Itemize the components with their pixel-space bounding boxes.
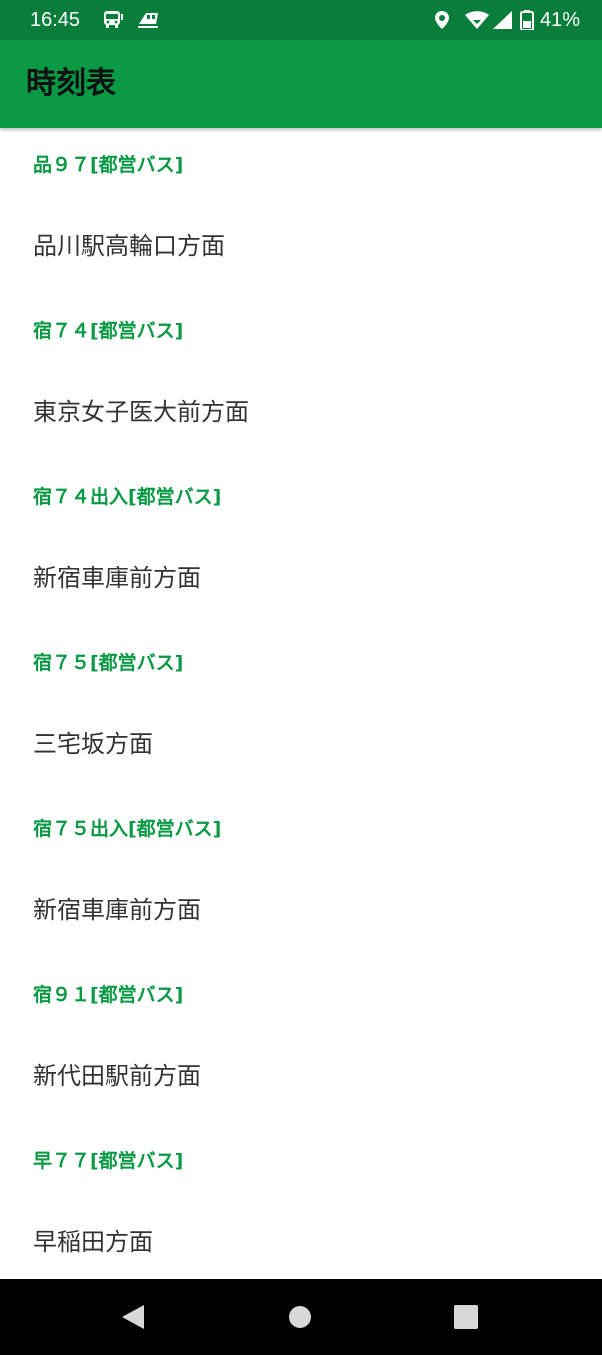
route-group: 宿９１[都営バス] 新代田駅前方面 (0, 958, 602, 1124)
battery-percentage: 41% (539, 9, 580, 31)
signal-icon (493, 11, 512, 29)
navigation-bar (0, 1279, 602, 1355)
route-group: 宿７４[都営バス] 東京女子医大前方面 (0, 294, 602, 460)
route-header: 宿７５出入[都営バス] (33, 818, 222, 840)
route-header: 早７７[都営バス] (33, 1150, 184, 1172)
route-header: 品９７[都営バス] (33, 154, 184, 176)
direction-item[interactable]: 新代田駅前方面 (33, 1060, 201, 1092)
route-group: 宿７５出入[都営バス] 新宿車庫前方面 (0, 792, 602, 958)
back-icon[interactable] (117, 1301, 149, 1333)
direction-item[interactable]: 品川駅高輪口方面 (33, 230, 225, 262)
status-bar: 16:45 41% (0, 0, 602, 40)
wifi-icon (465, 11, 489, 29)
direction-item[interactable]: 新宿車庫前方面 (33, 894, 201, 926)
route-header: 宿７５[都営バス] (33, 652, 184, 674)
timetable-list[interactable]: 品９７[都営バス] 品川駅高輪口方面 宿７４[都営バス] 東京女子医大前方面 宿… (0, 128, 602, 1278)
route-group: 早７７[都営バス] 早稲田方面 (0, 1124, 602, 1278)
train-icon (138, 13, 158, 28)
route-group: 宿７５[都営バス] 三宅坂方面 (0, 626, 602, 792)
app-bar: 時刻表 (0, 40, 602, 128)
direction-item[interactable]: 東京女子医大前方面 (33, 396, 249, 428)
route-group: 品９７[都営バス] 品川駅高輪口方面 (0, 128, 602, 294)
route-header: 宿７４出入[都営バス] (33, 486, 222, 508)
page-title: 時刻表 (26, 66, 116, 101)
direction-item[interactable]: 三宅坂方面 (33, 728, 153, 760)
status-time: 16:45 (30, 9, 81, 31)
bus-icon (104, 11, 123, 28)
location-icon (435, 11, 449, 29)
home-icon[interactable] (284, 1301, 316, 1333)
direction-item[interactable]: 新宿車庫前方面 (33, 562, 201, 594)
route-group: 宿７４出入[都営バス] 新宿車庫前方面 (0, 460, 602, 626)
battery-icon (520, 10, 534, 30)
route-header: 宿７４[都営バス] (33, 320, 184, 342)
recents-icon[interactable] (450, 1301, 482, 1333)
direction-item[interactable]: 早稲田方面 (33, 1226, 153, 1258)
route-header: 宿９１[都営バス] (33, 984, 184, 1006)
